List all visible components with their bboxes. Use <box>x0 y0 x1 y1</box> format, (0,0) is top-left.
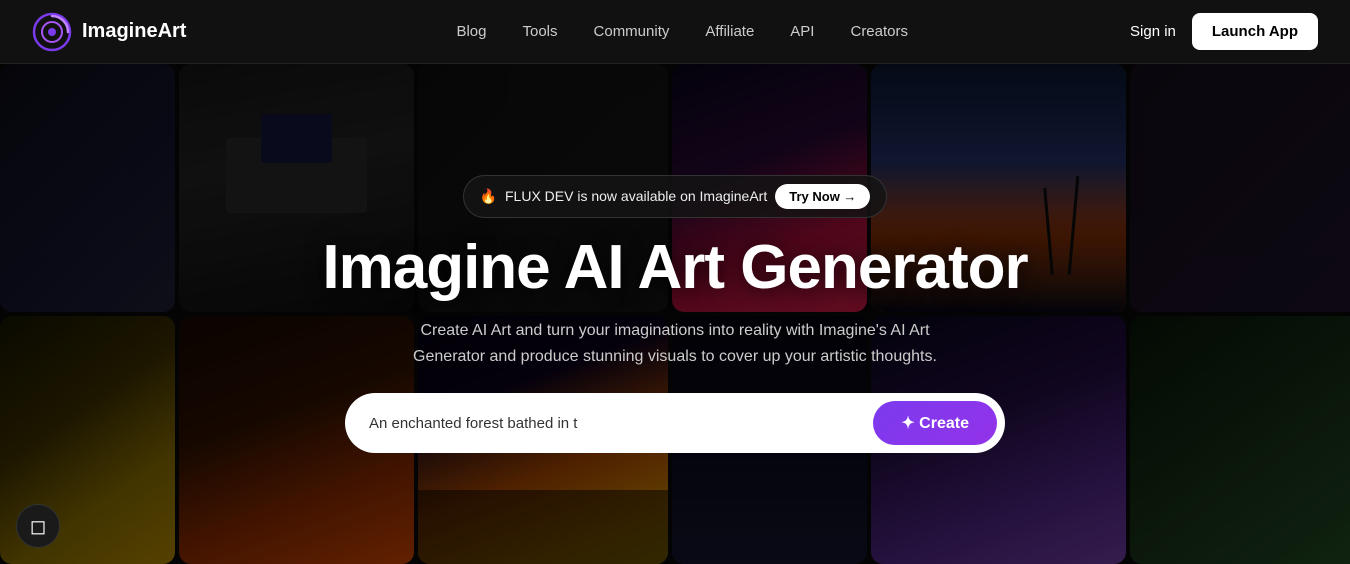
hero-subtitle: Create AI Art and turn your imaginations… <box>395 318 955 369</box>
nav-community[interactable]: Community <box>594 23 670 40</box>
nav-creators[interactable]: Creators <box>850 23 908 40</box>
search-input[interactable] <box>369 415 873 432</box>
navbar: ImagineArt Blog Tools Community Affiliat… <box>0 0 1350 64</box>
nav-blog[interactable]: Blog <box>456 23 486 40</box>
nav-affiliate[interactable]: Affiliate <box>705 23 754 40</box>
try-now-button[interactable]: Try Now → <box>775 184 870 209</box>
nav-tools[interactable]: Tools <box>522 23 557 40</box>
chat-bubble-button[interactable]: ◻ <box>16 504 60 548</box>
logo-icon <box>32 12 72 52</box>
flux-badge[interactable]: 🔥 FLUX DEV is now available on ImagineAr… <box>463 175 888 218</box>
nav-actions: Sign in Launch App <box>1130 13 1318 50</box>
search-bar: ✦ Create <box>345 393 1005 453</box>
hero-content: 🔥 FLUX DEV is now available on ImagineAr… <box>322 175 1027 453</box>
flame-icon: 🔥 <box>480 188 497 205</box>
chat-icon: ◻ <box>30 514 47 539</box>
hero-title: Imagine AI Art Generator <box>322 234 1027 302</box>
nav-api[interactable]: API <box>790 23 814 40</box>
launch-app-button[interactable]: Launch App <box>1192 13 1318 50</box>
nav-links: Blog Tools Community Affiliate API Creat… <box>234 23 1130 40</box>
flux-badge-text: FLUX DEV is now available on ImagineArt <box>505 188 767 204</box>
hero-section: 🔥 FLUX DEV is now available on ImagineAr… <box>0 64 1350 564</box>
logo[interactable]: ImagineArt <box>32 12 186 52</box>
sign-in-button[interactable]: Sign in <box>1130 23 1176 40</box>
create-button[interactable]: ✦ Create <box>873 401 997 445</box>
logo-text: ImagineArt <box>82 20 186 43</box>
